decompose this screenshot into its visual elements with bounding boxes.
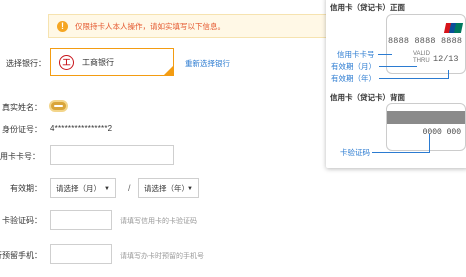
chevron-down-icon: ▼ — [187, 186, 193, 192]
card-number-input[interactable] — [50, 145, 174, 165]
phone-hint: 请填写办卡时预留的手机号 — [120, 253, 204, 260]
annotation-card-number: 信用卡卡号 — [337, 50, 375, 59]
unionpay-logo-icon — [443, 23, 464, 33]
notice-bar: ! 仅限持卡人本人操作，请如实填写以下信息。 — [48, 14, 368, 38]
sample-expiry: 12/13 — [433, 54, 459, 64]
annotation-expiry-year: 有效期（年） — [331, 74, 376, 83]
chevron-down-icon: ▼ — [104, 186, 110, 192]
magnetic-stripe — [387, 111, 465, 124]
id-number-value: 4****************2 — [50, 124, 113, 133]
expiry-year-value: 请选择（年） — [144, 183, 189, 193]
sample-card-number: 8888 8888 8888 8888 — [388, 36, 465, 46]
expiry-month-select[interactable]: 请选择（月） ▼ — [50, 178, 116, 198]
reselect-bank-link[interactable]: 重新选择银行 — [185, 58, 230, 69]
card-help-panel: 信用卡（贷记卡）正面 8888 8888 8888 8888 VALID THR… — [326, 0, 466, 168]
card-back-title: 信用卡（贷记卡）背面 — [330, 93, 405, 102]
expiry-separator: / — [128, 183, 131, 193]
card-number-label: 信用卡卡号： — [0, 152, 40, 161]
selected-check-icon — [164, 66, 173, 75]
notice-text: 仅限持卡人本人操作，请如实填写以下信息。 — [75, 21, 225, 31]
cvv-input[interactable] — [50, 210, 112, 230]
selected-bank-box[interactable]: 工 工商银行 — [50, 48, 174, 76]
annotation-cvv: 卡验证码 — [340, 148, 370, 157]
expiry-year-select[interactable]: 请选择（年） ▼ — [138, 178, 199, 198]
phone-label: 行预留手机： — [0, 251, 42, 260]
bank-name: 工商银行 — [82, 57, 114, 67]
cvv-label: 卡验证码： — [2, 216, 42, 225]
expiry-month-value: 请选择（月） — [56, 183, 101, 193]
card-front-title: 信用卡（贷记卡）正面 — [330, 3, 405, 12]
card-front-illustration: 8888 8888 8888 8888 VALID THRU 12/13 — [386, 14, 466, 74]
valid-thru-label: VALID THRU — [413, 51, 430, 64]
card-back-illustration: 0000 000 — [386, 103, 466, 151]
phone-input[interactable] — [50, 244, 112, 264]
warning-icon: ! — [57, 20, 68, 32]
cvv-hint: 请填写信用卡的卡验证码 — [120, 218, 197, 225]
redacted-name — [49, 100, 68, 112]
expiry-label: 有效期： — [10, 184, 42, 193]
bank-label: 选择银行： — [6, 59, 46, 68]
annotation-expiry-month: 有效期（月） — [331, 62, 376, 71]
id-label: 身份证号： — [2, 125, 42, 134]
name-label: 真实姓名： — [2, 103, 42, 112]
icbc-logo-icon: 工 — [59, 54, 74, 70]
